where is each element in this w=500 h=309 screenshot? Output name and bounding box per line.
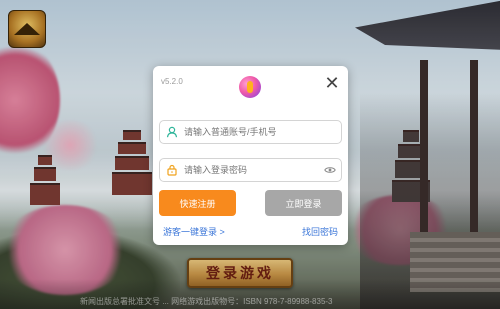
- lock-icon: [160, 159, 184, 181]
- login-button[interactable]: 立即登录: [265, 190, 342, 216]
- password-field[interactable]: [159, 158, 342, 182]
- close-icon: ✕: [324, 73, 340, 93]
- login-dialog: v5.2.0 ✕ 快速注册 立即登录 游: [153, 66, 348, 245]
- account-field[interactable]: [159, 120, 342, 144]
- version-label: v5.2.0: [161, 77, 183, 86]
- eye-icon[interactable]: [319, 159, 341, 181]
- quick-register-button[interactable]: 快速注册: [159, 190, 236, 216]
- close-button[interactable]: ✕: [322, 73, 342, 93]
- brand-icon: [239, 76, 261, 98]
- account-input[interactable]: [184, 122, 341, 142]
- password-input[interactable]: [184, 160, 319, 180]
- guest-login-link[interactable]: 游客一键登录 >: [163, 225, 225, 238]
- user-icon: [160, 121, 184, 143]
- forgot-password-link[interactable]: 找回密码: [302, 225, 338, 238]
